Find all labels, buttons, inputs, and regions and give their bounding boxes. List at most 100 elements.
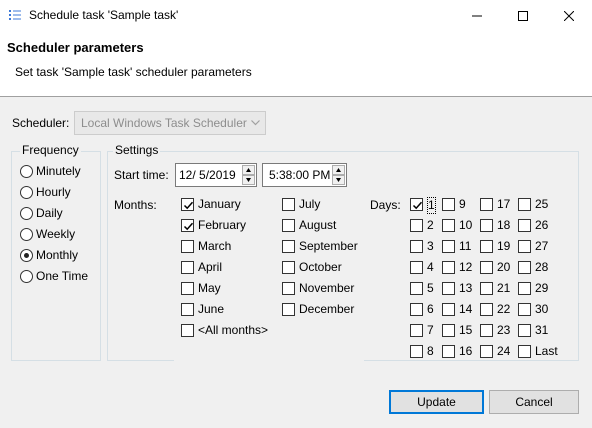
update-button[interactable]: Update bbox=[389, 390, 484, 414]
day-12-checkbox[interactable] bbox=[442, 261, 455, 274]
month-september-checkbox[interactable] bbox=[282, 240, 295, 253]
day-27-checkbox[interactable] bbox=[518, 240, 531, 253]
day-25-label[interactable]: 25 bbox=[535, 197, 548, 212]
month-december-label[interactable]: December bbox=[299, 302, 354, 317]
day-28-checkbox[interactable] bbox=[518, 261, 531, 274]
month-june-checkbox[interactable] bbox=[181, 303, 194, 316]
radio-label-weekly[interactable]: Weekly bbox=[36, 227, 75, 242]
day-28-label[interactable]: 28 bbox=[535, 260, 548, 275]
day-25-checkbox[interactable] bbox=[518, 198, 531, 211]
month-september-label[interactable]: September bbox=[299, 239, 358, 254]
month-december-checkbox[interactable] bbox=[282, 303, 295, 316]
day-18-checkbox[interactable] bbox=[480, 219, 493, 232]
day-10-label[interactable]: 10 bbox=[459, 218, 472, 233]
day-14-label[interactable]: 14 bbox=[459, 302, 472, 317]
day-4-label[interactable]: 4 bbox=[427, 260, 434, 275]
month-january-checkbox[interactable] bbox=[181, 198, 194, 211]
radio-label-monthly[interactable]: Monthly bbox=[36, 248, 78, 263]
month-august-label[interactable]: August bbox=[299, 218, 336, 233]
all-months-checkbox[interactable] bbox=[181, 324, 194, 337]
all-months-label[interactable]: <All months> bbox=[198, 323, 268, 338]
month-february-checkbox[interactable] bbox=[181, 219, 194, 232]
day-17-label[interactable]: 17 bbox=[497, 197, 510, 212]
day-30-label[interactable]: 30 bbox=[535, 302, 548, 317]
day-12-label[interactable]: 12 bbox=[459, 260, 472, 275]
month-july-label[interactable]: July bbox=[299, 197, 320, 212]
day-5-label[interactable]: 5 bbox=[427, 281, 434, 296]
day-2-label[interactable]: 2 bbox=[427, 218, 434, 233]
start-time-up-button[interactable] bbox=[332, 165, 345, 175]
day-3-label[interactable]: 3 bbox=[427, 239, 434, 254]
minimize-button[interactable] bbox=[454, 0, 500, 31]
day-19-label[interactable]: 19 bbox=[497, 239, 510, 254]
day-22-checkbox[interactable] bbox=[480, 303, 493, 316]
day-9-label[interactable]: 9 bbox=[459, 197, 466, 212]
day-21-checkbox[interactable] bbox=[480, 282, 493, 295]
radio-monthly[interactable] bbox=[20, 249, 33, 262]
month-august-checkbox[interactable] bbox=[282, 219, 295, 232]
day-10-checkbox[interactable] bbox=[442, 219, 455, 232]
radio-hourly[interactable] bbox=[20, 186, 33, 199]
day-20-label[interactable]: 20 bbox=[497, 260, 510, 275]
day-31-label[interactable]: 31 bbox=[535, 323, 548, 338]
day-24-checkbox[interactable] bbox=[480, 345, 493, 358]
scheduler-select[interactable]: Local Windows Task Scheduler bbox=[74, 111, 266, 135]
day-7-label[interactable]: 7 bbox=[427, 323, 434, 338]
day-29-label[interactable]: 29 bbox=[535, 281, 548, 296]
day-8-label[interactable]: 8 bbox=[427, 344, 434, 359]
day-11-label[interactable]: 11 bbox=[459, 239, 471, 254]
day-last-label[interactable]: Last bbox=[535, 344, 558, 359]
day-21-label[interactable]: 21 bbox=[497, 281, 510, 296]
radio-daily[interactable] bbox=[20, 207, 33, 220]
day-16-checkbox[interactable] bbox=[442, 345, 455, 358]
day-11-checkbox[interactable] bbox=[442, 240, 455, 253]
day-29-checkbox[interactable] bbox=[518, 282, 531, 295]
maximize-button[interactable] bbox=[500, 0, 546, 31]
month-may-checkbox[interactable] bbox=[181, 282, 194, 295]
cancel-button[interactable]: Cancel bbox=[489, 390, 579, 414]
month-may-label[interactable]: May bbox=[198, 281, 221, 296]
day-31-checkbox[interactable] bbox=[518, 324, 531, 337]
radio-label-minutely[interactable]: Minutely bbox=[36, 164, 81, 179]
month-october-label[interactable]: October bbox=[299, 260, 342, 275]
day-27-label[interactable]: 27 bbox=[535, 239, 548, 254]
day-4-checkbox[interactable] bbox=[410, 261, 423, 274]
day-15-label[interactable]: 15 bbox=[459, 323, 472, 338]
day-15-checkbox[interactable] bbox=[442, 324, 455, 337]
month-november-label[interactable]: November bbox=[299, 281, 354, 296]
month-april-checkbox[interactable] bbox=[181, 261, 194, 274]
day-23-label[interactable]: 23 bbox=[497, 323, 510, 338]
day-1-checkbox[interactable] bbox=[410, 198, 423, 211]
day-6-checkbox[interactable] bbox=[410, 303, 423, 316]
radio-label-daily[interactable]: Daily bbox=[36, 206, 63, 221]
radio-label-hourly[interactable]: Hourly bbox=[36, 185, 71, 200]
day-8-checkbox[interactable] bbox=[410, 345, 423, 358]
start-date-up-button[interactable] bbox=[242, 165, 255, 175]
day-last-checkbox[interactable] bbox=[518, 345, 531, 358]
month-july-checkbox[interactable] bbox=[282, 198, 295, 211]
day-1-label[interactable]: 1 bbox=[427, 197, 436, 214]
month-march-label[interactable]: March bbox=[198, 239, 231, 254]
start-date-down-button[interactable] bbox=[242, 175, 255, 185]
close-button[interactable] bbox=[546, 0, 592, 31]
day-26-checkbox[interactable] bbox=[518, 219, 531, 232]
day-22-label[interactable]: 22 bbox=[497, 302, 510, 317]
day-26-label[interactable]: 26 bbox=[535, 218, 548, 233]
day-18-label[interactable]: 18 bbox=[497, 218, 510, 233]
day-6-label[interactable]: 6 bbox=[427, 302, 434, 317]
day-3-checkbox[interactable] bbox=[410, 240, 423, 253]
month-april-label[interactable]: April bbox=[198, 260, 222, 275]
day-14-checkbox[interactable] bbox=[442, 303, 455, 316]
day-2-checkbox[interactable] bbox=[410, 219, 423, 232]
day-13-label[interactable]: 13 bbox=[459, 281, 472, 296]
day-5-checkbox[interactable] bbox=[410, 282, 423, 295]
start-date-picker[interactable]: 12/ 5/2019 bbox=[175, 163, 257, 187]
month-january-label[interactable]: January bbox=[198, 197, 241, 212]
day-20-checkbox[interactable] bbox=[480, 261, 493, 274]
day-30-checkbox[interactable] bbox=[518, 303, 531, 316]
day-13-checkbox[interactable] bbox=[442, 282, 455, 295]
radio-weekly[interactable] bbox=[20, 228, 33, 241]
month-november-checkbox[interactable] bbox=[282, 282, 295, 295]
month-june-label[interactable]: June bbox=[198, 302, 224, 317]
radio-label-one-time[interactable]: One Time bbox=[36, 269, 88, 284]
